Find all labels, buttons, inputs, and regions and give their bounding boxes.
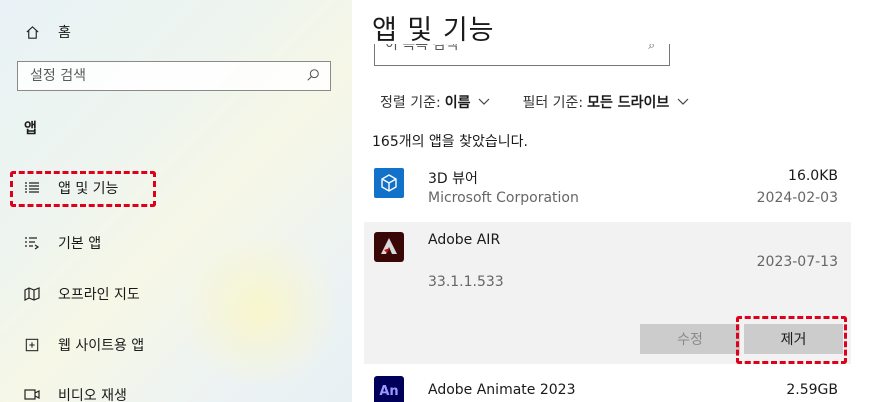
home-icon bbox=[24, 24, 40, 40]
app-list-search-box[interactable]: 이 목록 검색 ⌕ bbox=[374, 44, 670, 66]
app-date: 2023-07-13 bbox=[756, 254, 838, 270]
sidebar-item-label: 오프라인 지도 bbox=[58, 287, 140, 303]
settings-search-box[interactable] bbox=[17, 61, 331, 91]
search-icon[interactable] bbox=[306, 67, 320, 86]
default-apps-icon bbox=[24, 235, 40, 251]
section-title-apps: 앱 bbox=[24, 121, 37, 137]
sidebar-item-default-apps[interactable]: 기본 앱 bbox=[24, 233, 101, 253]
sidebar: 홈 앱 앱 및 기능 기본 앱 오프라인 지도 웹 사이트용 앱 bbox=[0, 0, 352, 402]
web-apps-icon bbox=[24, 337, 40, 353]
video-playback-icon bbox=[24, 387, 40, 402]
adobe-animate-icon: An bbox=[374, 376, 404, 402]
app-publisher: Microsoft Corporation bbox=[428, 190, 579, 206]
settings-search-input[interactable] bbox=[30, 68, 290, 84]
sidebar-item-label: 비디오 재생 bbox=[58, 388, 127, 402]
app-size: 16.0KB bbox=[788, 168, 838, 184]
sort-label: 정렬 기준: bbox=[380, 95, 441, 111]
3d-viewer-icon bbox=[374, 168, 404, 198]
chevron-down-icon bbox=[677, 95, 689, 109]
filter-label: 필터 기준: bbox=[522, 95, 584, 111]
home-nav-item[interactable]: 홈 bbox=[24, 22, 71, 42]
result-count: 165개의 앱을 찾았습니다. bbox=[372, 134, 528, 150]
filter-dropdown[interactable]: 필터 기준: 모든 드라이브 bbox=[522, 92, 689, 112]
app-size: 2.59GB bbox=[786, 382, 838, 398]
sidebar-item-offline-maps[interactable]: 오프라인 지도 bbox=[24, 284, 140, 304]
app-list-item[interactable]: An Adobe Animate 2023 2.59GB bbox=[364, 370, 851, 402]
offline-maps-icon bbox=[24, 286, 40, 302]
chevron-down-icon bbox=[478, 95, 490, 109]
app-version: 33.1.1.533 bbox=[428, 274, 504, 290]
sort-dropdown[interactable]: 정렬 기준: 이름 bbox=[380, 92, 490, 112]
sidebar-item-label: 웹 사이트용 앱 bbox=[58, 338, 145, 354]
sort-value: 이름 bbox=[444, 95, 471, 111]
highlight-box bbox=[10, 171, 156, 207]
search-icon: ⌕ bbox=[648, 44, 655, 52]
filter-value: 모든 드라이브 bbox=[587, 95, 670, 111]
sidebar-item-web-apps[interactable]: 웹 사이트용 앱 bbox=[24, 335, 144, 355]
home-label: 홈 bbox=[58, 25, 71, 41]
app-list-item[interactable]: 3D 뷰어 Microsoft Corporation 16.0KB 2024-… bbox=[364, 162, 851, 218]
highlight-box bbox=[736, 316, 847, 364]
app-name: 3D 뷰어 bbox=[428, 171, 478, 187]
page-title: 앱 및 기능 bbox=[372, 15, 495, 46]
sidebar-item-label: 기본 앱 bbox=[58, 236, 102, 252]
adobe-air-icon bbox=[374, 232, 404, 262]
app-list-search-text: 이 목록 검색 bbox=[385, 44, 459, 53]
app-date: 2024-02-03 bbox=[756, 190, 838, 206]
app-name: Adobe Animate 2023 bbox=[428, 382, 576, 398]
app-name: Adobe AIR bbox=[428, 232, 501, 248]
sort-filter-bar: 정렬 기준: 이름 필터 기준: 모든 드라이브 bbox=[380, 92, 689, 112]
modify-button[interactable]: 수정 bbox=[640, 324, 740, 354]
sidebar-item-video-playback[interactable]: 비디오 재생 bbox=[24, 385, 127, 402]
